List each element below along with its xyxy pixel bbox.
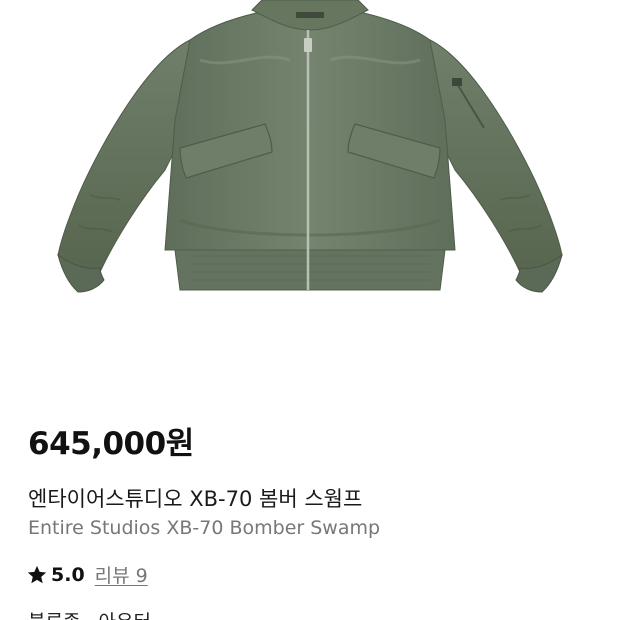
jacket-illustration xyxy=(57,0,563,293)
rating-value: 5.0 xyxy=(51,563,85,586)
product-name-korean: 엔타이어스튜디오 XB-70 봄버 스웜프 xyxy=(28,487,363,511)
review-count-link[interactable]: 리뷰 9 xyxy=(95,561,148,588)
rating-row: 5.0 리뷰 9 xyxy=(26,561,148,588)
star-icon xyxy=(26,564,48,586)
product-image[interactable] xyxy=(0,0,620,395)
product-detail-page: 645,000원 엔타이어스튜디오 XB-70 봄버 스웜프 Entire St… xyxy=(0,0,620,620)
product-price: 645,000원 xyxy=(28,426,194,462)
category-breadcrumb[interactable]: 블루종 · 아우터 xyxy=(28,607,151,620)
product-name-english: Entire Studios XB-70 Bomber Swamp xyxy=(28,517,381,539)
